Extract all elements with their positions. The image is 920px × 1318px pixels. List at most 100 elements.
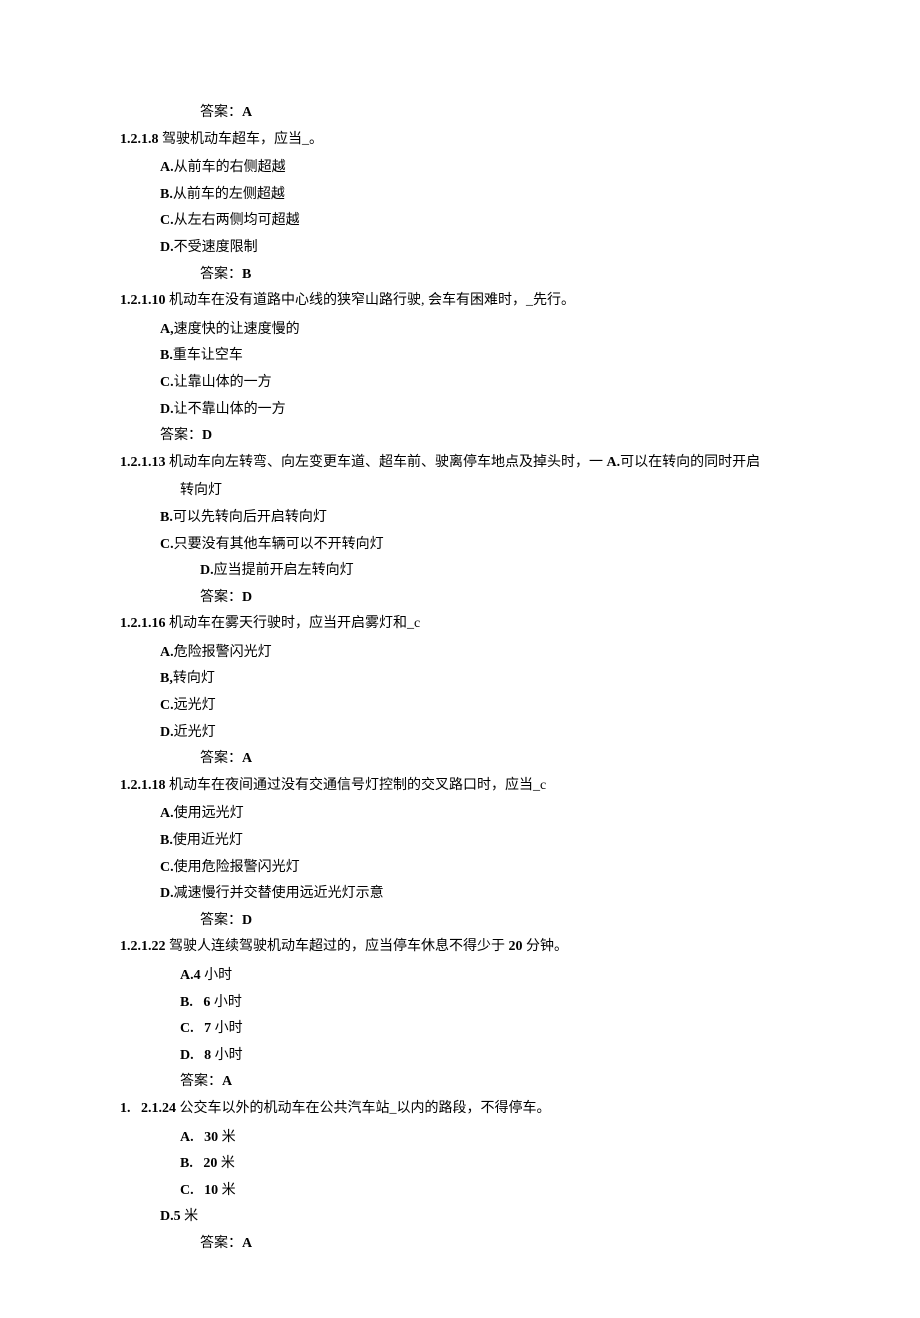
option-text: 可以先转向后开启转向灯 bbox=[173, 510, 327, 525]
option-b: B.从前车的左侧超越 bbox=[160, 182, 800, 209]
option-c: C.远光灯 bbox=[160, 693, 800, 720]
option-c: C.只要没有其他车辆可以不开转向灯 bbox=[160, 532, 800, 559]
option-b: B. 6 小时 bbox=[180, 990, 800, 1017]
option-a: A.危险报警闪光灯 bbox=[160, 640, 800, 667]
question-text: 机动车向左转弯、向左变更车道、超车前、驶离停车地点及掉头时，一 bbox=[166, 455, 607, 470]
option-letter: D. bbox=[200, 563, 214, 578]
option-b: B.可以先转向后开启转向灯 bbox=[160, 505, 800, 532]
question-number-prefix: 1. bbox=[120, 1101, 131, 1116]
option-d: D.近光灯 bbox=[160, 720, 800, 747]
option-d: D.应当提前开启左转向灯 bbox=[200, 558, 800, 585]
answer-line: 答案：D bbox=[160, 423, 800, 450]
answer-line: 答案：A bbox=[200, 1231, 800, 1258]
option-d: D.让不靠山体的一方 bbox=[160, 397, 800, 424]
option-letter: B. bbox=[180, 1156, 203, 1171]
option-text: 危险报警闪光灯 bbox=[174, 645, 272, 660]
option-b: B.使用近光灯 bbox=[160, 828, 800, 855]
option-letter: C. bbox=[160, 537, 174, 552]
option-letter: A. bbox=[607, 455, 621, 470]
option-text: 近光灯 bbox=[174, 725, 216, 740]
option-b: B,转向灯 bbox=[160, 666, 800, 693]
option-d: D. 8 小时 bbox=[180, 1043, 800, 1070]
answer-label: 答案： bbox=[200, 590, 242, 605]
option-text: 从前车的右侧超越 bbox=[174, 160, 286, 175]
option-text: 速度快的让速度慢的 bbox=[174, 322, 300, 337]
option-num: 5 bbox=[174, 1209, 181, 1224]
option-num: 30 bbox=[204, 1130, 218, 1145]
option-text: 使用近光灯 bbox=[173, 833, 243, 848]
option-a: A.4 小时 bbox=[180, 963, 800, 990]
answer-value: A bbox=[242, 105, 252, 120]
question-text: 驾驶人连续驾驶机动车超过的，应当停车休息不得少于 bbox=[166, 939, 509, 954]
question-text: 驾驶机动车超车，应当_。 bbox=[159, 132, 324, 147]
option-num: 20 bbox=[203, 1156, 217, 1171]
option-text: 米 bbox=[218, 1130, 236, 1145]
option-text: 不受速度限制 bbox=[174, 240, 258, 255]
question-12118: 1.2.1.18 机动车在夜间通过没有交通信号灯控制的交叉路口时，应当_c bbox=[120, 773, 800, 800]
question-12113: 1.2.1.13 机动车向左转弯、向左变更车道、超车前、驶离停车地点及掉头时，一… bbox=[120, 450, 800, 477]
question-number: 1.2.1.8 bbox=[120, 132, 159, 147]
answer-label: 答案： bbox=[200, 913, 242, 928]
question-1218: 1.2.1.8 驾驶机动车超车，应当_。 bbox=[120, 127, 800, 154]
question-text: 机动车在没有道路中心线的狭窄山路行驶, 会车有困难时，_先行。 bbox=[166, 293, 576, 308]
option-letter: D. bbox=[160, 402, 174, 417]
option-letter: D. bbox=[160, 886, 174, 901]
question-text: 机动车在雾天行驶时，应当开启雾灯和_c bbox=[166, 616, 421, 631]
option-a: A.使用远光灯 bbox=[160, 801, 800, 828]
option-letter: A. bbox=[160, 160, 174, 175]
answer-value: D bbox=[242, 590, 252, 605]
answer-label: 答案： bbox=[200, 105, 242, 120]
answer-label: 答案： bbox=[200, 267, 242, 282]
answer-line: 答案：A bbox=[180, 1069, 800, 1096]
option-letter: A. bbox=[160, 806, 174, 821]
answer-value: D bbox=[242, 913, 252, 928]
option-text: 使用远光灯 bbox=[174, 806, 244, 821]
answer-label: 答案： bbox=[200, 751, 242, 766]
option-c: C.从左右两侧均可超越 bbox=[160, 208, 800, 235]
option-letter: B. bbox=[180, 995, 203, 1010]
option-text: 小时 bbox=[211, 1021, 243, 1036]
option-b: B. 20 米 bbox=[180, 1151, 800, 1178]
answer-value: A bbox=[222, 1074, 232, 1089]
option-c: C. 7 小时 bbox=[180, 1016, 800, 1043]
answer-label: 答案： bbox=[200, 1236, 242, 1251]
option-letter: A. bbox=[160, 645, 174, 660]
question-number: 1.2.1.13 bbox=[120, 455, 166, 470]
option-letter: D. bbox=[160, 240, 174, 255]
option-c: C.让靠山体的一方 bbox=[160, 370, 800, 397]
option-letter: A, bbox=[160, 322, 174, 337]
option-num: 10 bbox=[204, 1183, 218, 1198]
option-c: C.使用危险报警闪光灯 bbox=[160, 855, 800, 882]
question-number-inline: 20 bbox=[509, 939, 523, 954]
option-letter: B. bbox=[160, 833, 173, 848]
answer-value: D bbox=[202, 428, 212, 443]
option-letter: C. bbox=[180, 1183, 204, 1198]
answer-value: B bbox=[242, 267, 251, 282]
option-text: 只要没有其他车辆可以不开转向灯 bbox=[174, 537, 384, 552]
option-text: 米 bbox=[181, 1209, 199, 1224]
option-a: A,速度快的让速度慢的 bbox=[160, 317, 800, 344]
option-a: A. 30 米 bbox=[180, 1125, 800, 1152]
option-text: 小时 bbox=[211, 1048, 243, 1063]
answer-line: 答案：A bbox=[200, 746, 800, 773]
answer-line: 答案：B bbox=[200, 262, 800, 289]
option-text: 米 bbox=[218, 1183, 236, 1198]
option-letter: A. bbox=[180, 968, 194, 983]
option-text: 远光灯 bbox=[174, 698, 216, 713]
question-number: 1.2.1.16 bbox=[120, 616, 166, 631]
option-letter: C. bbox=[160, 860, 174, 875]
question-number: 1.2.1.10 bbox=[120, 293, 166, 308]
question-text: 公交车以外的机动车在公共汽车站_以内的路段，不得停车。 bbox=[176, 1101, 551, 1116]
option-text: 让不靠山体的一方 bbox=[174, 402, 286, 417]
option-text: 使用危险报警闪光灯 bbox=[174, 860, 300, 875]
option-letter: B, bbox=[160, 671, 173, 686]
question-number: 1.2.1.22 bbox=[120, 939, 166, 954]
option-text: 重车让空车 bbox=[173, 348, 243, 363]
option-text: 从前车的左侧超越 bbox=[173, 187, 285, 202]
option-letter: D. bbox=[160, 1209, 174, 1224]
option-a: A.从前车的右侧超越 bbox=[160, 155, 800, 182]
option-letter: B. bbox=[160, 187, 173, 202]
option-num: 4 bbox=[194, 968, 201, 983]
question-12124: 1. 2.1.24 公交车以外的机动车在公共汽车站_以内的路段，不得停车。 bbox=[120, 1096, 800, 1123]
option-text: 小时 bbox=[201, 968, 233, 983]
